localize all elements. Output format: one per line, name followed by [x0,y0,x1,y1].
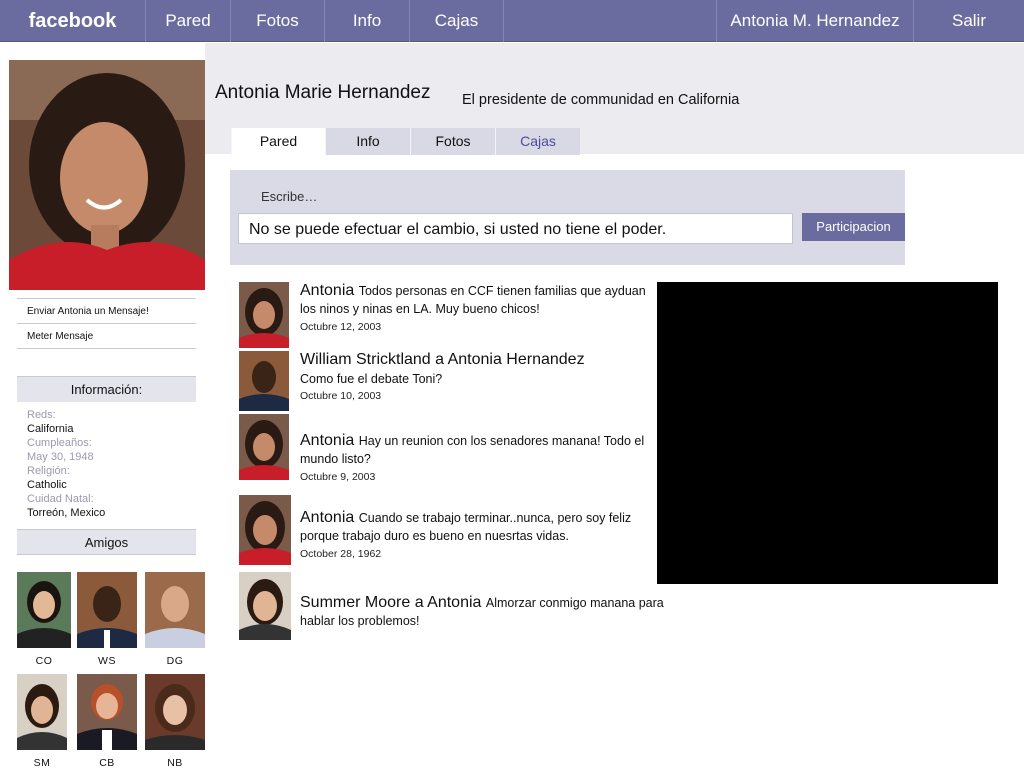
post-button[interactable]: Participacion [802,213,905,241]
friend-photo[interactable] [77,674,137,750]
wall-composer: Escribe… No se puede efectuar el cambio,… [230,170,905,265]
nav-user-name[interactable]: Antonia M. Hernandez [716,0,914,42]
friend-name[interactable]: DG [145,655,205,667]
post-date: Octubre 9, 2003 [300,471,376,483]
friend-photo[interactable] [17,572,71,648]
profile-title: El presidente de communidad en Californi… [462,92,740,108]
info-label-religion: Religión: [27,465,70,477]
post-message: Como fue el debate Toni? [300,372,443,386]
friends-header: Amigos [17,529,196,555]
post-body: Antonia Cuando se trabajo terminar..nunc… [300,509,655,560]
friend-photo-image [17,572,71,648]
profile-photo[interactable] [9,60,205,290]
post-author[interactable]: Summer Moore a Antonia [300,594,486,611]
friend-card[interactable]: DG [145,572,205,667]
post-author[interactable]: Antonia [300,282,359,299]
post-avatar[interactable] [239,282,289,348]
friend-photo[interactable] [77,572,137,648]
friend-photo[interactable] [145,674,205,750]
info-value-religion: Catholic [27,479,67,491]
post-date: October 28, 1962 [300,548,382,560]
post-avatar-image [239,414,289,480]
composer-input[interactable]: No se puede efectuar el cambio, si usted… [238,213,793,244]
friend-card[interactable]: WS [77,572,137,667]
nav-cajas[interactable]: Cajas [410,0,504,42]
tab-fotos[interactable]: Fotos [410,128,495,155]
friend-name[interactable]: CB [77,757,137,768]
friend-photo-image [145,572,205,648]
wall-post: Summer Moore a Antonia Almorzar conmigo … [239,572,664,640]
friend-photo-image [17,674,67,750]
post-body: William Stricktland a Antonia Hernandez … [300,351,660,402]
wall-post: William Stricktland a Antonia Hernandez … [239,351,659,411]
nav-info[interactable]: Info [325,0,410,42]
send-message-link[interactable]: Enviar Antonia un Mensaje! [17,298,196,324]
post-avatar-image [239,495,291,565]
post-avatar-image [239,572,291,640]
video-player[interactable] [657,282,998,584]
post-avatar[interactable] [239,414,289,480]
post-author[interactable]: Antonia [300,509,359,526]
post-author[interactable]: William Stricktland a Antonia Hernandez [300,351,660,369]
info-label-birthday: Cumpleaños: [27,437,92,449]
post-body: Antonia Todos personas en CCF tienen fam… [300,282,660,333]
post-body: Summer Moore a Antonia Almorzar conmigo … [300,594,665,630]
info-header: Información: [17,376,196,402]
friend-card[interactable]: CO [17,572,71,667]
info-value-networks: California [27,423,74,435]
post-date: Octubre 10, 2003 [300,390,382,402]
friend-photo[interactable] [145,572,205,648]
info-label-networks: Reds: [27,409,56,421]
post-avatar[interactable] [239,572,291,640]
post-author[interactable]: Antonia [300,432,359,449]
post-message-link[interactable]: Meter Mensaje [17,323,196,349]
tab-cajas[interactable]: Cajas [495,128,580,155]
post-avatar-image [239,351,289,411]
top-navigation-bar: facebook Pared Fotos Info Cajas Antonia … [0,0,1024,42]
nav-pared[interactable]: Pared [146,0,231,42]
friend-photo-image [77,674,137,750]
nav-fotos[interactable]: Fotos [231,0,325,42]
friend-card[interactable]: SM [17,674,67,768]
tab-pared[interactable]: Pared [231,128,325,155]
friend-card[interactable]: CB [77,674,137,768]
friend-card[interactable]: NB [145,674,205,768]
friend-photo-image [145,674,205,750]
composer-prompt: Escribe… [261,189,318,204]
friend-name[interactable]: NB [145,757,205,768]
info-list: Reds: California Cumpleaños: May 30, 194… [27,408,197,520]
post-body: Antonia Hay un reunion con los senadores… [300,432,660,483]
wall-post: Antonia Todos personas en CCF tienen fam… [239,282,659,348]
friend-name[interactable]: CO [17,655,71,667]
wall-post: Antonia Cuando se trabajo terminar..nunc… [239,495,659,565]
friend-name[interactable]: WS [77,655,137,667]
friend-photo-image [77,572,137,648]
info-label-hometown: Cuidad Natal: [27,493,94,505]
facebook-logo[interactable]: facebook [0,0,146,42]
info-value-hometown: Torreón, Mexico [27,507,106,519]
profile-name: Antonia Marie Hernandez [215,82,431,103]
post-date: Octubre 12, 2003 [300,321,382,333]
post-avatar[interactable] [239,495,291,565]
post-avatar-image [239,282,289,348]
tab-info[interactable]: Info [325,128,410,155]
profile-photo-image [9,60,205,290]
post-avatar[interactable] [239,351,289,411]
friend-photo[interactable] [17,674,67,750]
wall-post: Antonia Hay un reunion con los senadores… [239,414,660,483]
info-value-birthday: May 30, 1948 [27,451,94,463]
logout-button[interactable]: Salir [914,0,1024,42]
friend-name[interactable]: SM [17,757,67,768]
